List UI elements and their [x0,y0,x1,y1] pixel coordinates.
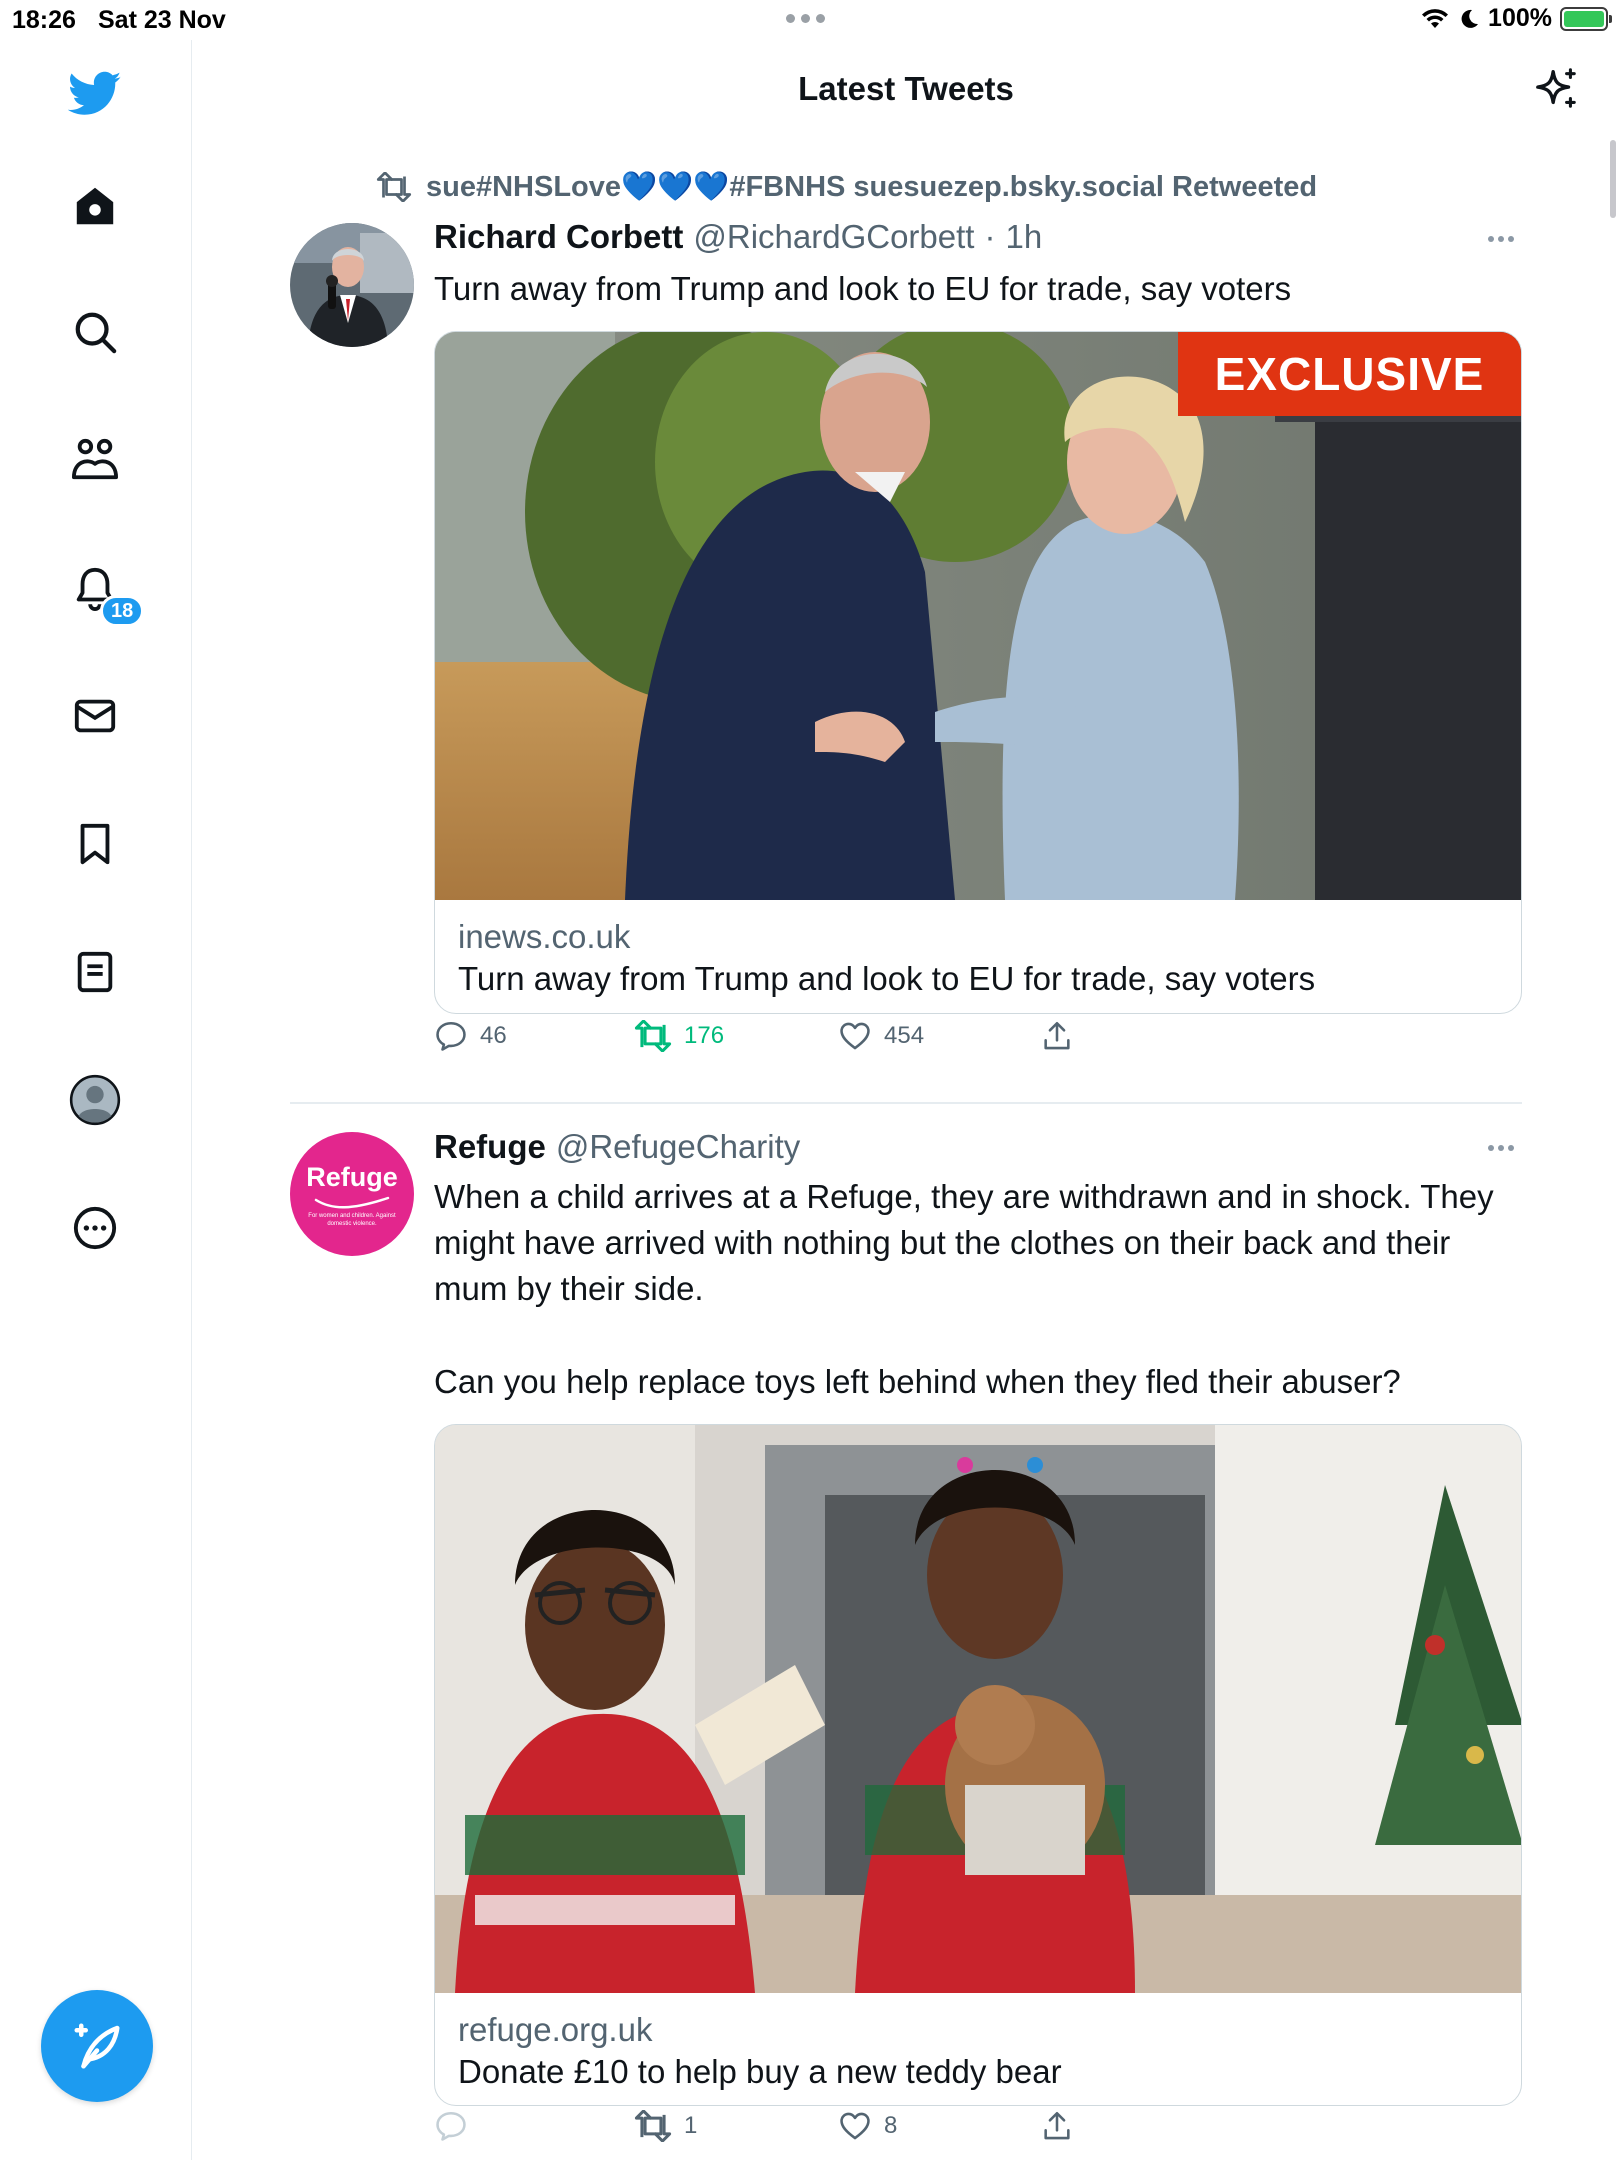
reply-icon [436,2111,466,2141]
like-count: 454 [884,1022,925,1049]
tweet-header: Richard Corbett @RichardGCorbett · 1h [434,218,1042,256]
battery-percent: 100% [1488,4,1552,32]
retweet-icon [634,1020,672,1052]
more-icon [73,1206,117,1250]
link-card-domain: inews.co.uk [458,918,631,955]
link-card[interactable]: EXCLUSIVE inews.co.uk Turn away from Tru… [434,331,1522,1014]
retweet-count: 176 [684,1022,725,1049]
reply-count: 46 [480,1022,507,1049]
sidebar: 18 [0,40,192,2160]
share-button[interactable] [1040,2109,1074,2143]
link-card-image: EXCLUSIVE [435,332,1521,900]
heart-icon [840,1022,870,1050]
sidebar-item-bookmarks[interactable] [65,814,125,874]
share-icon [1044,2111,1070,2140]
retweet-button[interactable]: 1 [634,2110,697,2142]
share-icon [1044,1021,1070,1050]
tweet-time[interactable]: 1h [1005,218,1042,256]
communities-icon [71,438,118,480]
link-card-image [435,1425,1521,1993]
heart-icon [840,2112,870,2140]
refuge-logo-subtext: For women and children. Against domestic… [308,1213,396,1227]
twitter-logo-icon[interactable] [65,64,125,124]
retweet-icon [376,172,412,202]
home-icon [76,187,114,225]
avatar[interactable] [290,223,414,347]
compose-tweet-button[interactable] [41,1990,153,2102]
tweet-more-button[interactable] [1488,236,1518,246]
separator-dot: · [984,218,996,255]
sidebar-item-messages[interactable] [65,686,125,746]
status-time: 18:26 [12,6,76,34]
lists-icon [77,951,113,993]
battery-icon [1560,6,1612,31]
sidebar-item-search[interactable] [65,302,125,362]
wifi-icon [1422,8,1449,28]
link-card-title: Donate £10 to help buy a new teddy bear [458,2053,1062,2090]
page-title: Latest Tweets [798,70,1014,107]
author-handle[interactable]: @RichardGCorbett [693,218,974,256]
sidebar-item-profile[interactable] [65,1070,125,1130]
retweet-context[interactable]: sue#NHSLove💙💙💙#FBNHS suesuezep.bsky.soci… [376,170,1317,204]
tweet-text: Turn away from Trump and look to EU for … [434,270,1292,307]
tweet-header: Refuge @RefugeCharity [434,1128,800,1166]
top-tweets-sparkle-button[interactable] [1532,64,1582,114]
reply-button[interactable]: 46 [434,1019,507,1053]
moon-icon [1461,9,1479,28]
compose-feather-icon [74,2023,120,2069]
status-bar: 18:26 Sat 23 Nov 100% [0,0,1620,40]
link-card-domain: refuge.org.uk [458,2011,653,2048]
notification-badge: 18 [100,595,145,627]
tweet-text-paragraph-2: Can you help replace toys left behind wh… [434,1363,1401,1400]
tweet-text: When a child arrives at a Refuge, they a… [434,1178,1494,1307]
like-button[interactable]: 8 [838,2109,897,2143]
sidebar-item-lists[interactable] [65,942,125,1002]
scrollbar[interactable] [1610,140,1616,218]
link-card[interactable]: refuge.org.uk Donate £10 to help buy a n… [434,1424,1522,2106]
sidebar-item-more[interactable] [65,1198,125,1258]
reply-button[interactable] [434,2109,468,2143]
tweet-more-button[interactable] [1488,1145,1518,1155]
sparkle-icon [1536,68,1576,108]
share-button[interactable] [1040,1019,1074,1053]
author-name[interactable]: Refuge [434,1128,546,1166]
like-button[interactable]: 454 [838,1019,924,1053]
retweet-button[interactable]: 176 [634,1020,724,1052]
mail-icon [74,699,116,733]
search-icon [75,312,117,354]
profile-icon [69,1074,121,1126]
retweet-icon [634,2110,672,2142]
sidebar-item-home[interactable] [65,176,125,236]
retweeted-by-text: sue#NHSLove💙💙💙#FBNHS suesuezep.bsky.soci… [426,171,1318,203]
author-name[interactable]: Richard Corbett [434,218,683,256]
multitasking-dots[interactable] [786,14,825,23]
bookmark-icon [80,823,110,865]
retweet-count: 1 [684,2112,698,2139]
reply-icon [436,1021,466,1051]
like-count: 8 [884,2112,898,2139]
sidebar-item-communities[interactable] [65,430,125,490]
status-date: Sat 23 Nov [98,6,226,34]
author-handle[interactable]: @RefugeCharity [556,1128,800,1166]
link-card-title: Turn away from Trump and look to EU for … [458,960,1316,997]
tweet-divider [290,1102,1522,1104]
avatar[interactable]: Refuge For women and children. Against d… [290,1132,414,1256]
exclusive-badge: EXCLUSIVE [1178,332,1521,416]
refuge-logo-text: Refuge [306,1162,398,1192]
